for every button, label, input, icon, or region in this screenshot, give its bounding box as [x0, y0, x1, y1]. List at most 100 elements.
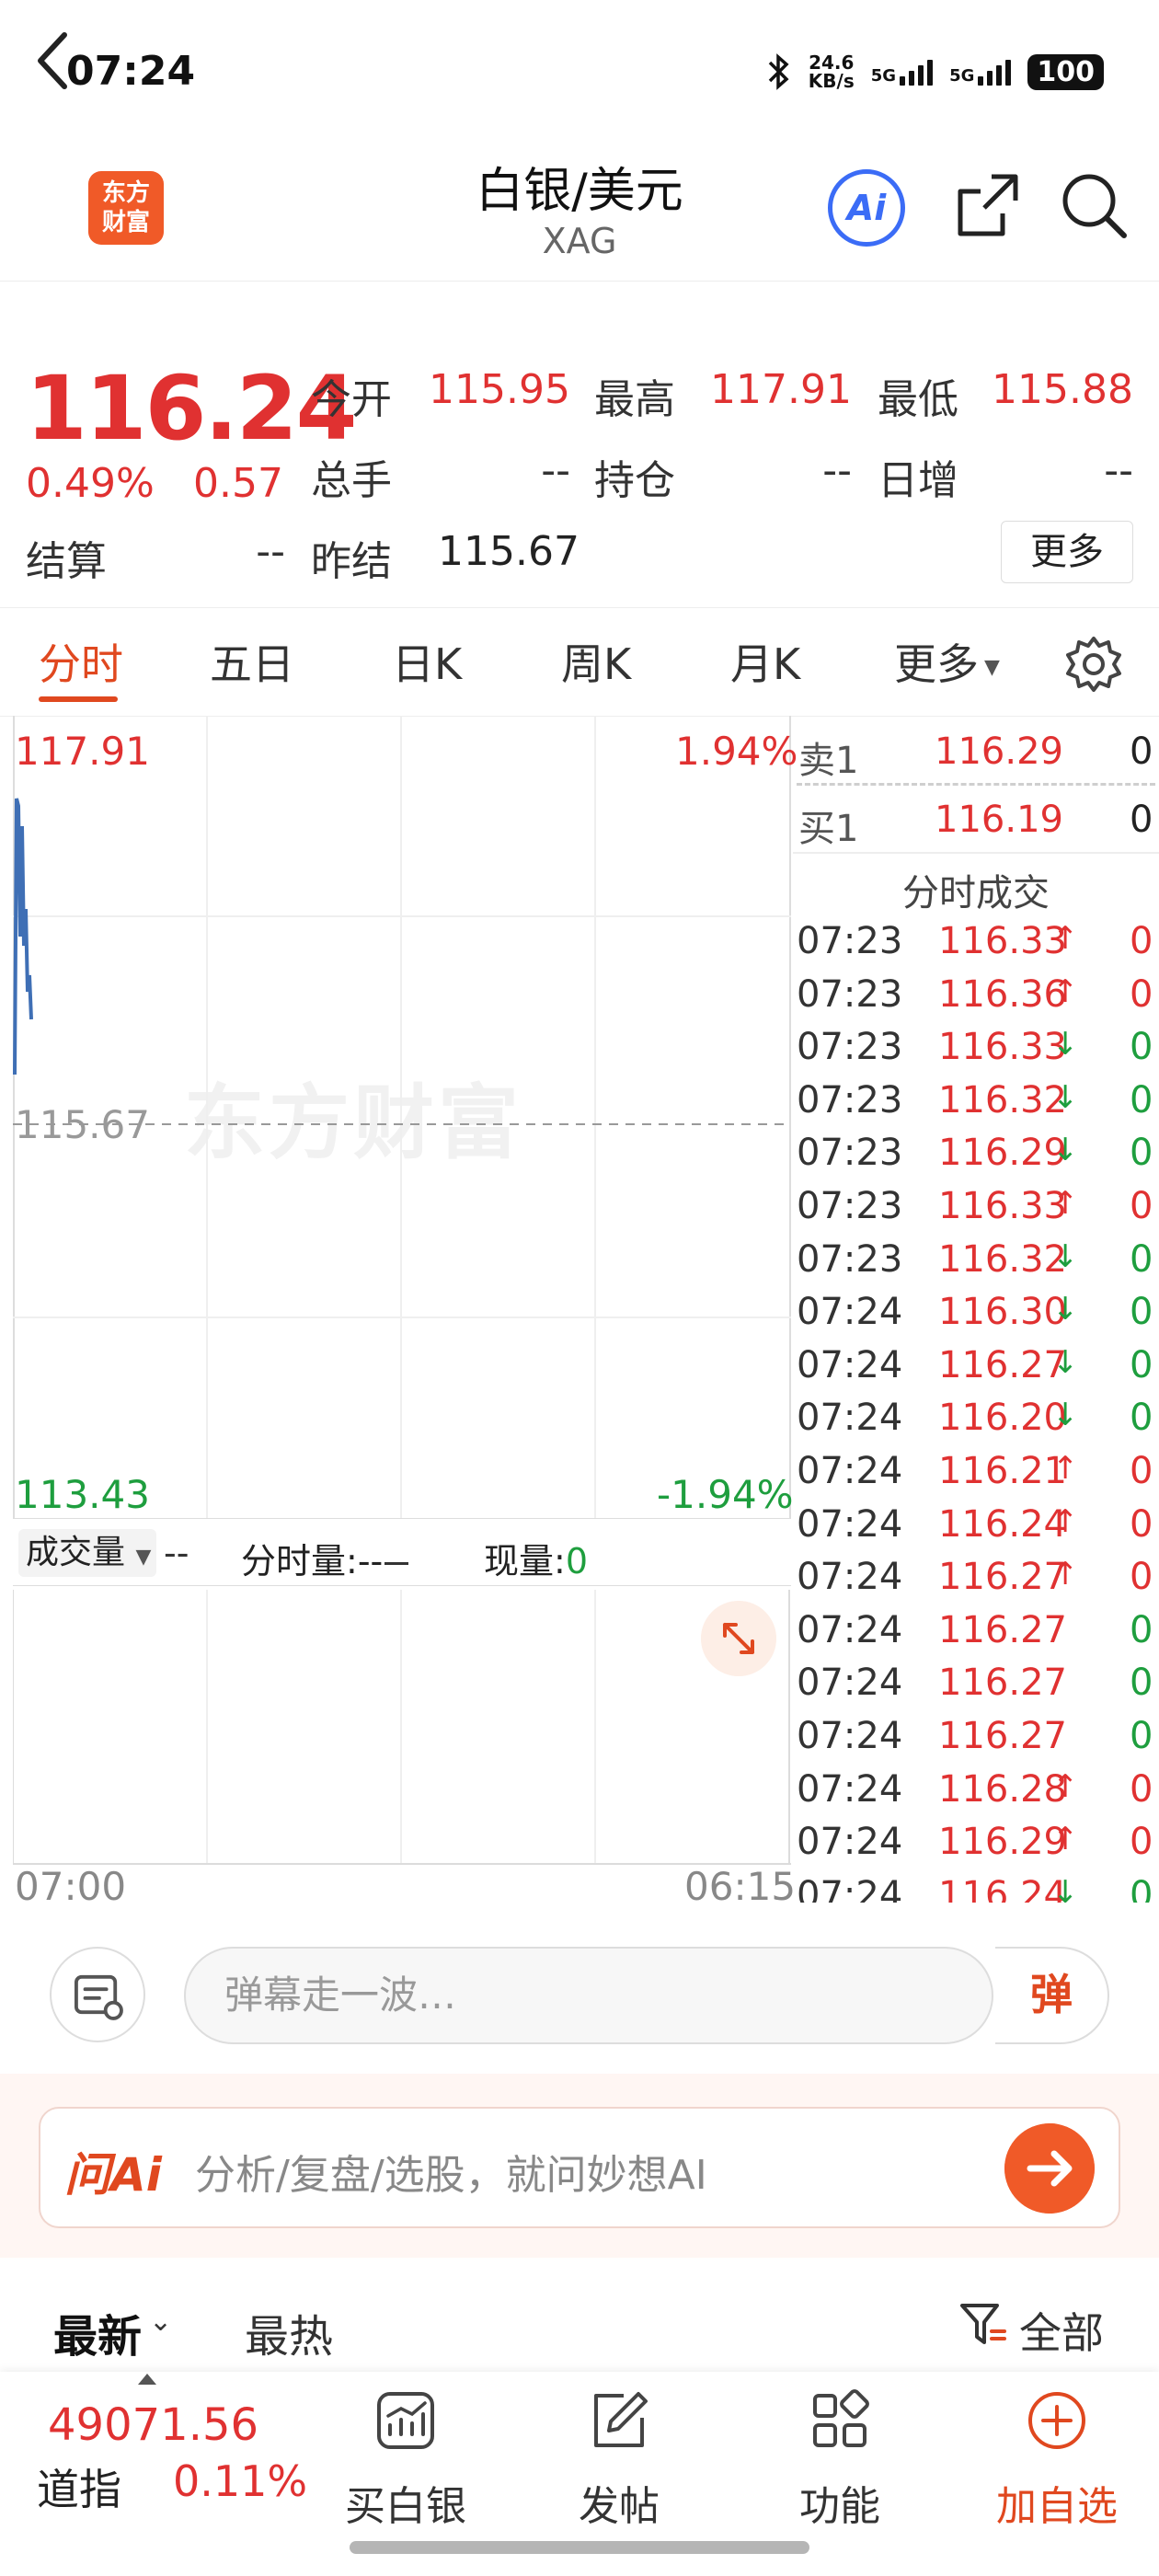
settle-label: 结算: [26, 538, 107, 585]
tick-volume: 0: [1130, 1237, 1153, 1281]
arrow-up-icon: ↑: [1052, 1450, 1079, 1487]
arrow-down-icon: ↓: [1052, 1397, 1079, 1434]
tick-volume: 0: [1130, 1132, 1153, 1175]
tab-weekly-k[interactable]: 周K: [561, 631, 631, 692]
tick-row: 07:24 116.20 ↓ 0: [797, 1397, 1159, 1449]
tick-price: 116.27: [938, 1715, 1067, 1757]
danmu-input[interactable]: 弹幕走一波…: [184, 1947, 993, 2044]
caret-up-icon[interactable]: [138, 2374, 156, 2385]
last-price: 116.24: [26, 357, 357, 460]
feed-filter-all[interactable]: 全部: [1019, 2300, 1104, 2361]
add-watchlist-button[interactable]: 加自选: [988, 2388, 1126, 2530]
edit-icon: [594, 2392, 648, 2447]
net-speed: 24.6 KB/s: [808, 52, 855, 92]
tab-intraday[interactable]: 分时: [39, 631, 123, 692]
tick-row: 07:24 116.28 ↑ 0: [797, 1768, 1159, 1821]
open-label: 今开: [311, 376, 392, 423]
volume-line-marker: [384, 1562, 409, 1565]
tick-time: 07:24: [797, 1397, 903, 1440]
expand-icon[interactable]: [701, 1601, 776, 1676]
arrow-down-icon: ↓: [1052, 1078, 1079, 1116]
tick-price: 116.28: [938, 1767, 1067, 1811]
tick-time: 07:23: [797, 1185, 903, 1227]
tick-volume: 0: [1130, 1821, 1153, 1864]
tick-price: 116.29: [938, 1132, 1067, 1175]
divider: [0, 607, 1159, 608]
tick-time: 07:24: [797, 1715, 903, 1757]
index-name[interactable]: 道指: [37, 2456, 121, 2517]
buy-silver-button[interactable]: 买白银: [337, 2388, 475, 2530]
settings-gear-icon[interactable]: [1062, 633, 1125, 696]
chevron-down-icon[interactable]: ⌄: [149, 2306, 172, 2338]
tick-price: 116.27: [938, 1343, 1067, 1386]
tick-time: 07:24: [797, 1821, 903, 1864]
filter-icon[interactable]: [955, 2296, 1010, 2352]
tab-daily-k[interactable]: 日K: [392, 631, 462, 692]
arrow-down-icon: ↓: [1052, 1237, 1079, 1275]
tick-price: 116.33: [938, 920, 1067, 962]
high-value: 117.91: [710, 366, 852, 413]
trade-chart-icon: [377, 2392, 434, 2449]
tick-price: 116.33: [938, 1026, 1067, 1069]
danmu-send-button[interactable]: 弹: [995, 1947, 1109, 2044]
tick-row: 07:24 116.27 0: [797, 1609, 1159, 1662]
tick-price: 116.33: [938, 1185, 1067, 1227]
arrow-up-icon: ↑: [1052, 1185, 1079, 1222]
caret-down-icon: ▼: [135, 1546, 152, 1569]
daily-increase-value: --: [1104, 447, 1133, 494]
volume-value: --: [541, 447, 570, 494]
chart-ref-price: 115.67: [15, 1102, 150, 1147]
tick-row: 07:24 116.27 ↑ 0: [797, 1556, 1159, 1608]
feed-tab-hot[interactable]: 最热: [245, 2300, 333, 2364]
back-button[interactable]: [24, 24, 79, 98]
tick-row: 07:23 116.29 ↓ 0: [797, 1132, 1159, 1184]
daily-increase-label: 日增: [878, 457, 958, 504]
tick-volume: 0: [1130, 1185, 1153, 1227]
index-change-pct[interactable]: 0.11%: [173, 2456, 307, 2506]
divider: [793, 852, 1159, 854]
arrow-down-icon: ↓: [1052, 1343, 1079, 1381]
tick-row: 07:24 116.27 0: [797, 1662, 1159, 1714]
tick-time: 07:23: [797, 972, 903, 1016]
home-indicator[interactable]: [350, 2541, 809, 2554]
tick-row: 07:24 116.21 ↑ 0: [797, 1450, 1159, 1502]
tick-time: 07:24: [797, 1608, 903, 1651]
tick-volume: 0: [1130, 972, 1153, 1016]
search-button[interactable]: [1058, 169, 1131, 243]
tab-monthly-k[interactable]: 月K: [730, 631, 800, 692]
tab-more[interactable]: 更多 ▼: [894, 631, 1000, 692]
tick-volume: 0: [1130, 1502, 1153, 1546]
ask-ai-prompt[interactable]: 分析/复盘/选股，就问妙想AI: [195, 2142, 707, 2201]
tab-five-day[interactable]: 五日: [210, 631, 294, 692]
low-label: 最低: [878, 376, 958, 423]
tick-row: 07:24 116.27 ↓ 0: [797, 1344, 1159, 1397]
indicator-select[interactable]: 成交量 ▼: [18, 1529, 156, 1577]
arrow-right-icon[interactable]: [1004, 2123, 1095, 2214]
tick-time: 07:23: [797, 1078, 903, 1121]
function-button[interactable]: 功能: [771, 2388, 909, 2530]
chart-top-price: 117.91: [15, 729, 150, 774]
post-button[interactable]: 发帖: [550, 2388, 688, 2530]
tick-price: 116.27: [938, 1662, 1067, 1705]
divider: [797, 783, 1155, 786]
tick-time: 07:24: [797, 1343, 903, 1386]
prev-settle-value: 115.67: [438, 528, 580, 575]
tick-row: 07:24 116.30 ↓ 0: [797, 1291, 1159, 1343]
tick-volume: 0: [1130, 1662, 1153, 1705]
intraday-chart-grid: [13, 716, 791, 1865]
ai-assistant-button[interactable]: Ai: [828, 169, 905, 247]
signal-1-icon: 5G: [871, 58, 934, 86]
share-button[interactable]: [951, 169, 1025, 243]
volume-label: 总手: [311, 457, 392, 504]
battery-icon: 100: [1027, 53, 1104, 90]
tick-price: 116.24: [938, 1502, 1067, 1546]
more-quote-button[interactable]: 更多: [1001, 521, 1133, 583]
index-value[interactable]: 49071.56: [48, 2399, 258, 2451]
tick-price: 116.32: [938, 1237, 1067, 1281]
tick-volume: 0: [1130, 1291, 1153, 1334]
arrow-down-icon: ↓: [1052, 1291, 1079, 1328]
tick-price: 116.21: [938, 1450, 1067, 1492]
feed-tab-latest[interactable]: 最新: [53, 2300, 142, 2364]
danmu-settings-icon[interactable]: [50, 1947, 145, 2042]
tick-price: 116.30: [938, 1291, 1067, 1334]
